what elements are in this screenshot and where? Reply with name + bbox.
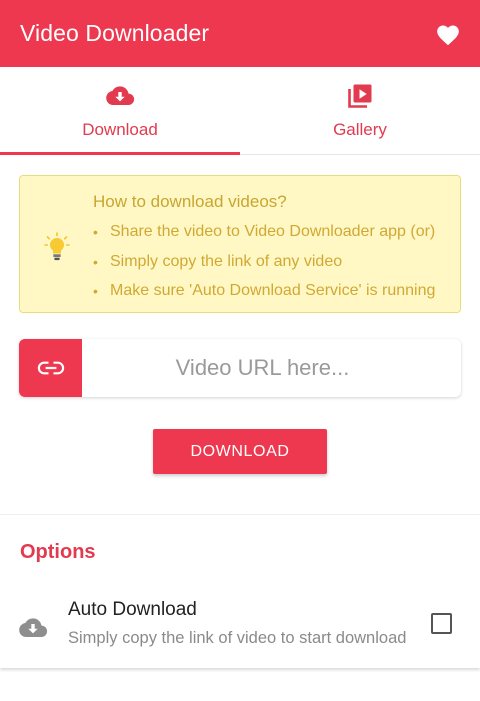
app-root: Video Downloader Download Gallery How to… — [0, 0, 480, 701]
tip-item: Make sure 'Auto Download Service' is run… — [93, 281, 435, 311]
app-bar: Video Downloader — [0, 0, 480, 67]
link-icon[interactable] — [19, 339, 82, 397]
option-title: Auto Download — [68, 599, 197, 620]
tab-gallery[interactable]: Gallery — [240, 67, 480, 154]
lightbulb-icon — [44, 232, 70, 267]
heart-icon[interactable] — [432, 18, 464, 50]
auto-download-checkbox[interactable] — [431, 613, 452, 634]
download-button[interactable]: DOWNLOAD — [153, 429, 327, 474]
video-library-icon — [347, 81, 373, 111]
active-tab-indicator — [0, 152, 240, 155]
cloud-download-icon — [105, 81, 135, 111]
cloud-download-icon — [18, 617, 48, 644]
tab-label: Download — [82, 120, 158, 139]
app-title: Video Downloader — [20, 20, 210, 46]
url-input-container — [19, 339, 461, 397]
tips-card: How to download videos? Share the video … — [19, 175, 461, 313]
tip-item: Simply copy the link of any video — [93, 252, 435, 282]
options-title: Options — [20, 541, 96, 563]
option-auto-download[interactable]: Auto Download Simply copy the link of vi… — [0, 593, 480, 657]
tab-label: Gallery — [333, 120, 387, 139]
video-url-input[interactable] — [82, 339, 461, 397]
tips-list: Share the video to Video Downloader app … — [93, 222, 435, 311]
tip-item: Share the video to Video Downloader app … — [93, 222, 435, 252]
tab-download[interactable]: Download — [0, 67, 240, 155]
tips-title: How to download videos? — [93, 192, 287, 211]
tab-bar: Download Gallery — [0, 67, 480, 155]
options-section: Options Auto Download Simply copy the li… — [0, 515, 480, 668]
option-subtitle: Simply copy the link of video to start d… — [68, 629, 407, 647]
